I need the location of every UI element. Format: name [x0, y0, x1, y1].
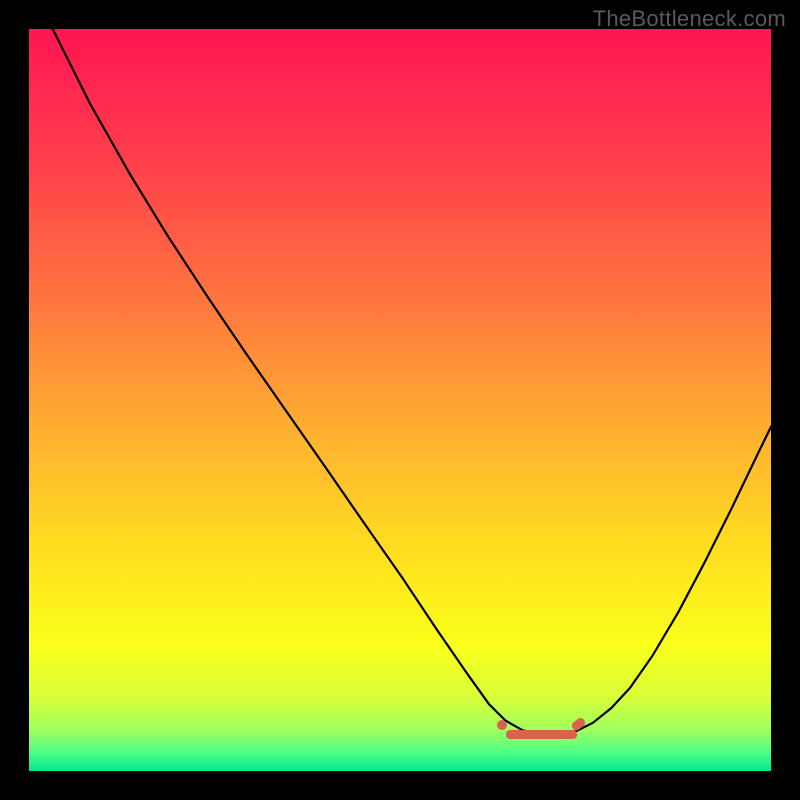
marker-start-dot: [497, 720, 507, 730]
marker-bottom-segment: [506, 730, 577, 739]
chart-plot-area: [29, 29, 771, 771]
site-watermark: TheBottleneck.com: [593, 6, 786, 32]
chart-curve: [29, 29, 771, 771]
